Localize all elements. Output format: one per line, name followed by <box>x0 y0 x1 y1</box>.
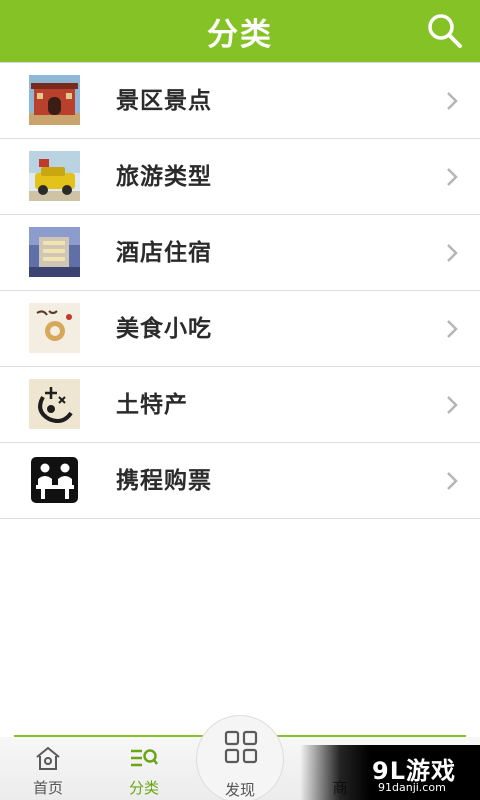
scenic-spot-thumbnail <box>29 75 80 125</box>
tab-home-label: 首页 <box>32 779 63 797</box>
list-item-label: 景区景点 <box>116 88 212 114</box>
page-title: 分类 <box>207 16 273 53</box>
chevron-right-icon <box>447 320 458 338</box>
list-item-hotels[interactable]: 酒店住宿 <box>0 215 480 291</box>
chevron-right-icon <box>447 472 458 490</box>
search-icon[interactable] <box>426 12 464 50</box>
travel-type-thumbnail <box>29 151 80 201</box>
list-item-label: 土特产 <box>116 392 188 418</box>
chevron-right-icon <box>447 396 458 414</box>
list-item-scenic-spots[interactable]: 景区景点 <box>0 63 480 139</box>
hotel-thumbnail <box>29 227 80 277</box>
list-item-local-specialties[interactable]: 土特产 <box>0 367 480 443</box>
category-list: 景区景点 旅游类型 酒店住宿 美食小吃 土特产 携程购票 <box>0 62 480 519</box>
food-thumbnail <box>29 303 80 353</box>
chevron-right-icon <box>447 92 458 110</box>
watermark: 9L游戏 91danji.com <box>300 745 480 800</box>
watermark-url: 91danji.com <box>378 781 446 794</box>
list-item-label: 旅游类型 <box>116 164 212 190</box>
chevron-right-icon <box>447 244 458 262</box>
list-item-travel-types[interactable]: 旅游类型 <box>0 139 480 215</box>
discover-label: 发现 <box>224 781 255 799</box>
category-list-icon <box>131 749 158 767</box>
chevron-right-icon <box>447 168 458 186</box>
list-item-food[interactable]: 美食小吃 <box>0 291 480 367</box>
top-bar: 分类 <box>0 0 480 62</box>
list-item-label: 携程购票 <box>116 468 212 494</box>
tab-home[interactable]: 首页 <box>8 737 88 800</box>
list-item-label: 酒店住宿 <box>116 240 212 266</box>
ticket-counter-thumbnail <box>31 457 78 503</box>
list-item-ctrip-tickets[interactable]: 携程购票 <box>0 443 480 519</box>
grid-icon <box>224 730 258 764</box>
tab-category[interactable]: 分类 <box>104 737 184 800</box>
list-item-label: 美食小吃 <box>116 316 212 342</box>
local-specialty-thumbnail <box>29 379 80 429</box>
discover-button[interactable]: 发现 <box>196 715 284 800</box>
tab-category-label: 分类 <box>128 779 159 797</box>
home-icon <box>36 746 60 770</box>
